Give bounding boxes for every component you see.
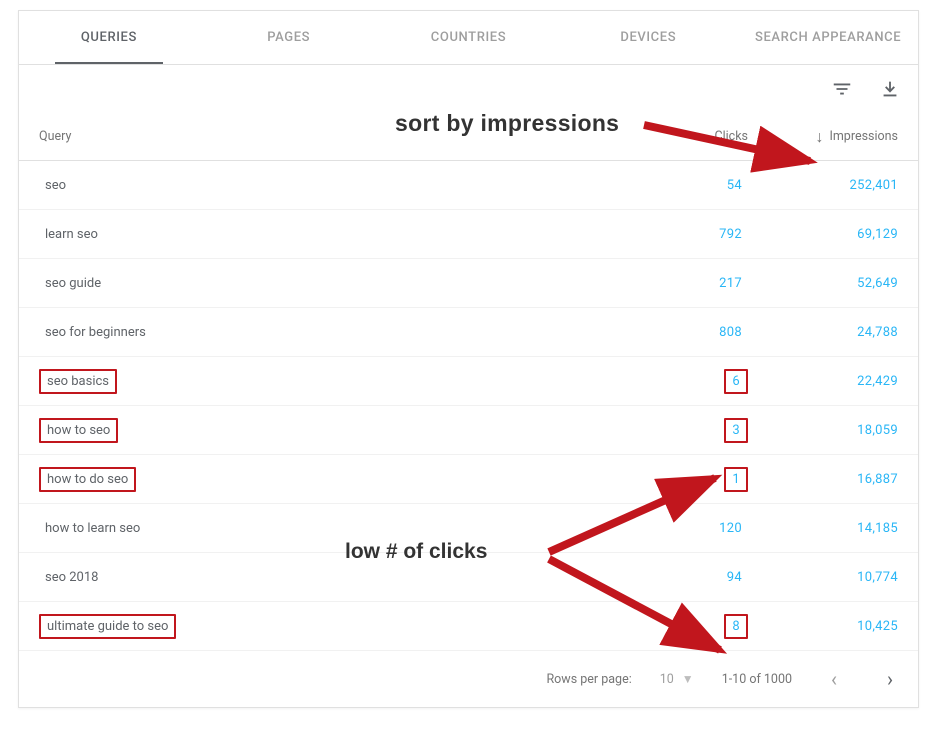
column-header-impressions[interactable]: ↓ Impressions <box>748 129 898 144</box>
impressions-cell: 10,774 <box>748 570 898 585</box>
table-header-row: Query Clicks ↓ Impressions <box>19 113 918 161</box>
query-text: how to seo <box>39 418 118 443</box>
query-cell: how to do seo <box>39 472 628 487</box>
impressions-cell: 24,788 <box>748 325 898 340</box>
rows-per-page-label: Rows per page: <box>546 672 631 687</box>
impressions-cell: 252,401 <box>748 178 898 193</box>
impressions-cell: 16,887 <box>748 472 898 487</box>
query-cell: seo for beginners <box>39 325 628 340</box>
clicks-value: 120 <box>713 518 748 539</box>
impressions-cell: 10,425 <box>748 619 898 634</box>
query-cell: how to seo <box>39 423 628 438</box>
impressions-cell: 22,429 <box>748 374 898 389</box>
query-cell: seo guide <box>39 276 628 291</box>
next-page-button[interactable]: › <box>876 665 904 693</box>
query-text: seo 2018 <box>39 567 104 588</box>
clicks-cell: 54 <box>628 178 748 193</box>
column-header-impressions-label: Impressions <box>829 129 898 144</box>
clicks-cell: 792 <box>628 227 748 242</box>
clicks-value: 54 <box>721 175 748 196</box>
impressions-cell: 52,649 <box>748 276 898 291</box>
impressions-cell: 18,059 <box>748 423 898 438</box>
impressions-cell: 69,129 <box>748 227 898 242</box>
query-text: seo basics <box>39 369 117 394</box>
rows-per-page-value: 10 <box>660 672 674 687</box>
query-cell: seo basics <box>39 374 628 389</box>
query-text: how to do seo <box>39 467 136 492</box>
rows-per-page-select[interactable]: 10 ▼ <box>660 672 694 687</box>
clicks-value: 6 <box>724 369 748 394</box>
query-cell: learn seo <box>39 227 628 242</box>
table-row[interactable]: seo basics622,429 <box>19 357 918 406</box>
query-text: ultimate guide to seo <box>39 614 176 639</box>
tab-bar: QUERIESPAGESCOUNTRIESDEVICESSEARCH APPEA… <box>19 11 918 65</box>
download-icon[interactable] <box>878 77 902 101</box>
clicks-value: 1 <box>724 467 748 492</box>
toolbar <box>19 65 918 113</box>
query-text: how to learn seo <box>39 518 146 539</box>
tab-countries[interactable]: COUNTRIES <box>379 11 559 64</box>
table-row[interactable]: seo for beginners 80824,788 <box>19 308 918 357</box>
clicks-cell: 3 <box>628 423 748 438</box>
query-cell: seo <box>39 178 628 193</box>
impressions-cell: 14,185 <box>748 521 898 536</box>
table-row[interactable]: learn seo 79269,129 <box>19 210 918 259</box>
clicks-cell: 1 <box>628 472 748 487</box>
clicks-value: 217 <box>713 273 748 294</box>
table-row[interactable]: how to do seo116,887 <box>19 455 918 504</box>
table-body: seo 54252,401 learn seo 79269,129 seo guide 2… <box>19 161 918 651</box>
prev-page-button[interactable]: ‹ <box>820 665 848 693</box>
query-cell: seo 2018 <box>39 570 628 585</box>
clicks-cell: 94 <box>628 570 748 585</box>
table-row[interactable]: how to learn seo 12014,185 <box>19 504 918 553</box>
clicks-cell: 6 <box>628 374 748 389</box>
clicks-value: 8 <box>724 614 748 639</box>
query-text: seo guide <box>39 273 107 294</box>
caret-down-icon: ▼ <box>682 672 694 686</box>
clicks-value: 3 <box>724 418 748 443</box>
tab-devices[interactable]: DEVICES <box>558 11 738 64</box>
table-row[interactable]: seo 2018 9410,774 <box>19 553 918 602</box>
clicks-value: 792 <box>713 224 748 245</box>
query-text: seo <box>39 175 72 196</box>
query-cell: how to learn seo <box>39 521 628 536</box>
column-header-clicks[interactable]: Clicks <box>628 129 748 144</box>
pagination-range: 1-10 of 1000 <box>722 672 792 687</box>
tab-pages[interactable]: PAGES <box>199 11 379 64</box>
query-text: seo for beginners <box>39 322 152 343</box>
tab-queries[interactable]: QUERIES <box>19 11 199 64</box>
clicks-cell: 217 <box>628 276 748 291</box>
clicks-value: 94 <box>721 567 748 588</box>
clicks-cell: 8 <box>628 619 748 634</box>
table-row[interactable]: ultimate guide to seo810,425 <box>19 602 918 651</box>
clicks-value: 808 <box>713 322 748 343</box>
query-cell: ultimate guide to seo <box>39 619 628 634</box>
filter-icon[interactable] <box>830 77 854 101</box>
query-text: learn seo <box>39 224 104 245</box>
table-row[interactable]: seo guide 21752,649 <box>19 259 918 308</box>
table-footer: Rows per page: 10 ▼ 1-10 of 1000 ‹ › <box>19 651 918 707</box>
report-card: QUERIESPAGESCOUNTRIESDEVICESSEARCH APPEA… <box>18 10 919 708</box>
column-header-query[interactable]: Query <box>39 129 628 144</box>
clicks-cell: 120 <box>628 521 748 536</box>
clicks-cell: 808 <box>628 325 748 340</box>
table-row[interactable]: how to seo318,059 <box>19 406 918 455</box>
tab-search-appearance[interactable]: SEARCH APPEARANCE <box>738 11 918 64</box>
table-row[interactable]: seo 54252,401 <box>19 161 918 210</box>
